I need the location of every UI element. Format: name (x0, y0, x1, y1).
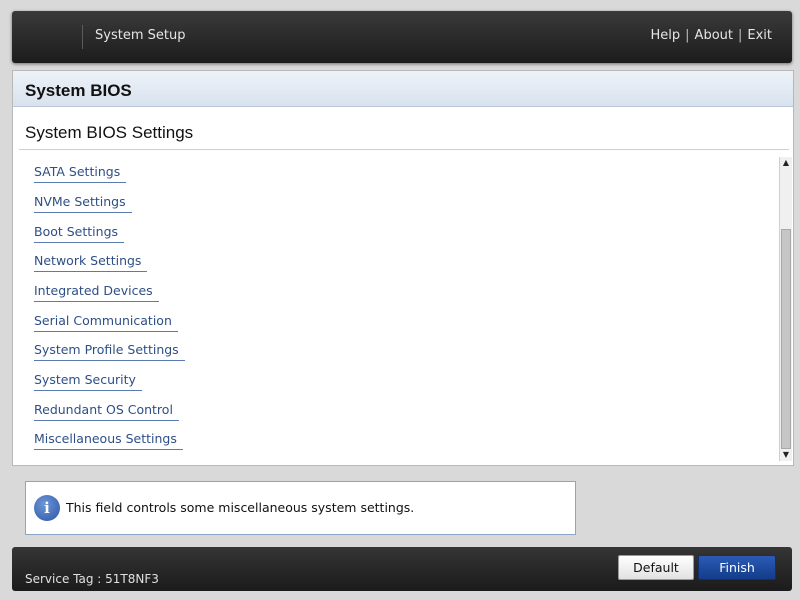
bottom-bar: Service Tag : 51T8NF3 Default Finish (12, 547, 792, 591)
finish-button[interactable]: Finish (698, 555, 776, 580)
help-box: i This field controls some miscellaneous… (25, 481, 576, 535)
menu-item-network-settings[interactable]: Network Settings (34, 253, 148, 272)
help-message: This field controls some miscellaneous s… (66, 500, 415, 515)
menu-item-redundant-os-control[interactable]: Redundant OS Control (34, 402, 179, 421)
header-divider (82, 25, 83, 49)
menu-item-boot-settings[interactable]: Boot Settings (34, 224, 125, 243)
page-title: System BIOS (25, 81, 132, 100)
settings-menu: SATA Settings NVMe Settings Boot Setting… (13, 157, 773, 457)
info-icon: i (34, 495, 60, 521)
link-separator: | (685, 28, 690, 43)
vertical-scrollbar[interactable]: ▲ ▼ (779, 157, 792, 461)
service-tag: Service Tag : 51T8NF3 (25, 572, 159, 586)
about-link[interactable]: About (695, 28, 733, 43)
section-divider (19, 149, 789, 150)
app-title: System Setup (95, 28, 186, 43)
menu-item-integrated-devices[interactable]: Integrated Devices (34, 283, 159, 302)
top-bar: System Setup Help | About | Exit (12, 11, 792, 63)
menu-item-system-profile-settings[interactable]: System Profile Settings (34, 342, 185, 361)
menu-item-serial-communication[interactable]: Serial Communication (34, 313, 178, 332)
menu-item-sata-settings[interactable]: SATA Settings (34, 164, 127, 183)
help-link[interactable]: Help (651, 28, 681, 43)
scrollbar-thumb[interactable] (781, 229, 791, 449)
scroll-up-icon[interactable]: ▲ (780, 157, 792, 169)
menu-item-system-security[interactable]: System Security (34, 372, 142, 391)
link-separator: | (737, 28, 743, 43)
menu-item-miscellaneous-settings[interactable]: Miscellaneous Settings (34, 431, 183, 450)
panel-header: System BIOS (13, 71, 793, 107)
header-links: Help | About | Exit (651, 28, 772, 43)
section-title: System BIOS Settings (25, 123, 194, 142)
menu-item-nvme-settings[interactable]: NVMe Settings (34, 194, 132, 213)
default-button[interactable]: Default (618, 555, 694, 580)
main-panel: System BIOS System BIOS Settings SATA Se… (12, 70, 794, 466)
exit-link[interactable]: Exit (747, 28, 772, 43)
scroll-down-icon[interactable]: ▼ (780, 449, 792, 461)
